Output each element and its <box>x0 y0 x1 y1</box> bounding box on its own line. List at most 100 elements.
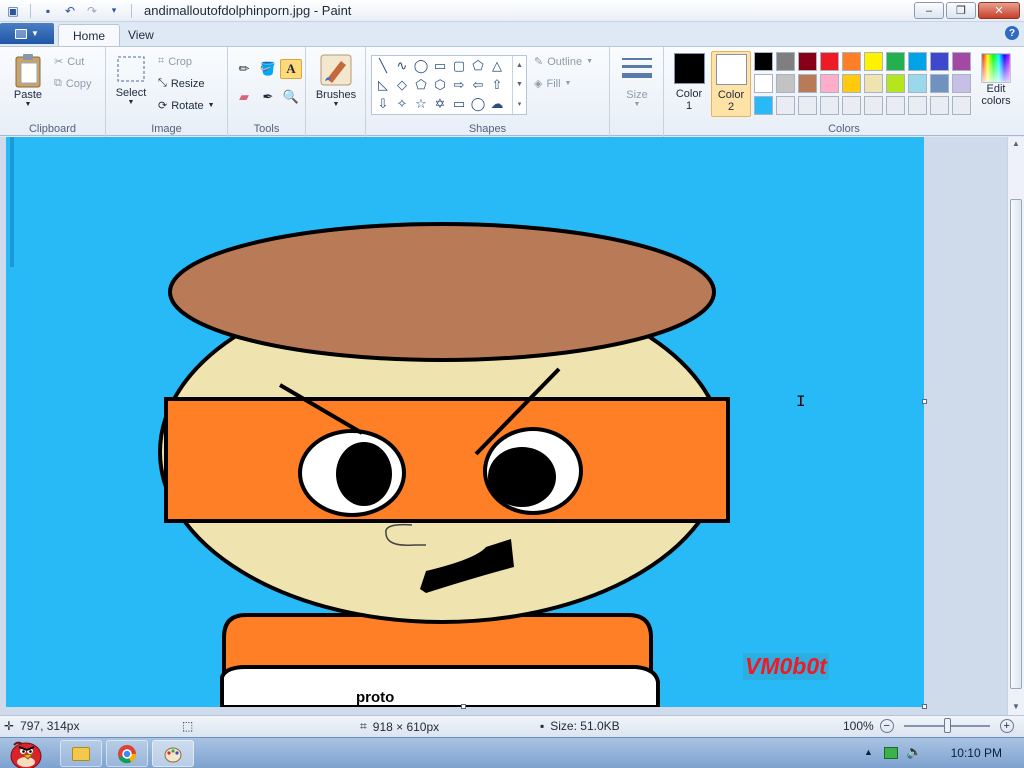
four-point-star-icon[interactable]: ✧ <box>393 95 411 113</box>
palette-swatch[interactable] <box>864 52 883 71</box>
eraser-icon[interactable]: ▰ <box>233 87 255 107</box>
right-arrow-icon[interactable]: ⇨ <box>450 76 468 94</box>
pencil-icon[interactable]: ✏ <box>233 59 255 79</box>
palette-swatch[interactable] <box>820 74 839 93</box>
text-tool-icon[interactable]: A <box>280 59 302 79</box>
outline-button[interactable]: ✎ Outline ▼ <box>534 55 593 69</box>
close-button[interactable]: ✕ <box>978 2 1020 19</box>
network-icon[interactable] <box>884 747 898 759</box>
rotate-button[interactable]: ⟳ Rotate ▼ <box>158 99 215 113</box>
palette-swatch[interactable] <box>864 74 883 93</box>
rounded-rectangle-icon[interactable]: ▢ <box>450 57 468 75</box>
chevron-down-icon[interactable]: ▼ <box>516 81 523 88</box>
chevron-down-icon[interactable]: ▼ <box>1012 702 1020 711</box>
resize-handle-bottom[interactable] <box>461 704 466 709</box>
edit-colors-button[interactable]: Edit colors <box>976 53 1016 107</box>
palette-swatch[interactable] <box>776 74 795 93</box>
palette-swatch[interactable] <box>930 52 949 71</box>
palette-swatch[interactable] <box>886 96 905 115</box>
palette-swatch[interactable] <box>952 52 971 71</box>
paint-menu-button[interactable]: ▼ <box>0 23 54 44</box>
shapes-scroll[interactable]: ▲ ▼ ▾ <box>512 56 526 114</box>
right-triangle-icon[interactable]: ◺ <box>374 76 392 94</box>
size-button[interactable]: Size ▼ <box>618 55 656 108</box>
fill-bucket-icon[interactable]: 🪣 <box>257 59 279 79</box>
palette-swatch[interactable] <box>776 52 795 71</box>
palette-swatch[interactable] <box>842 74 861 93</box>
triangle-shape-icon[interactable]: △ <box>488 57 506 75</box>
cut-button[interactable]: ✂ Cut <box>54 55 84 69</box>
resize-handle-right[interactable] <box>922 399 927 404</box>
paint-app-icon[interactable]: ▣ <box>4 2 22 20</box>
tab-view[interactable]: View <box>114 24 168 46</box>
paste-button[interactable]: Paste ▼ <box>8 53 48 108</box>
palette-swatch[interactable] <box>952 74 971 93</box>
callout-rect-icon[interactable]: ▭ <box>450 95 468 113</box>
hexagon-shape-icon[interactable]: ⬡ <box>431 76 449 94</box>
zoom-in-icon[interactable]: + <box>999 719 1014 733</box>
zoom-out-icon[interactable]: − <box>879 719 894 733</box>
callout-cloud-icon[interactable]: ☁ <box>488 95 506 113</box>
six-point-star-icon[interactable]: ✡ <box>431 95 449 113</box>
brushes-button[interactable]: Brushes ▼ <box>314 53 358 108</box>
magnifier-icon[interactable]: 🔍 <box>280 87 302 107</box>
color-2-button[interactable]: Color 2 <box>711 51 751 117</box>
palette-swatch[interactable] <box>930 96 949 115</box>
palette-swatch[interactable] <box>930 74 949 93</box>
taskbar-explorer-button[interactable] <box>60 740 102 767</box>
palette-swatch[interactable] <box>820 52 839 71</box>
palette-swatch[interactable] <box>754 96 773 115</box>
curve-shape-icon[interactable]: ∿ <box>393 57 411 75</box>
diamond-shape-icon[interactable]: ◇ <box>393 76 411 94</box>
resize-handle-corner[interactable] <box>922 704 927 709</box>
palette-swatch[interactable] <box>798 74 817 93</box>
polygon-shape-icon[interactable]: ⬠ <box>469 57 487 75</box>
palette-swatch[interactable] <box>886 74 905 93</box>
taskbar-chrome-button[interactable] <box>106 740 148 767</box>
rectangle-shape-icon[interactable]: ▭ <box>431 57 449 75</box>
crop-button[interactable]: ⌗ Crop <box>158 55 192 68</box>
five-point-star-icon[interactable]: ☆ <box>412 95 430 113</box>
color-1-button[interactable]: Color 1 <box>670 51 708 117</box>
palette-swatch[interactable] <box>908 52 927 71</box>
select-button[interactable]: Select ▼ <box>114 55 148 106</box>
callout-oval-icon[interactable]: ◯ <box>469 95 487 113</box>
tab-home[interactable]: Home <box>58 24 121 46</box>
taskbar-paint-button[interactable] <box>152 740 194 767</box>
palette-swatch[interactable] <box>908 96 927 115</box>
palette-swatch[interactable] <box>952 96 971 115</box>
palette-swatch[interactable] <box>776 96 795 115</box>
up-arrow-icon[interactable]: ⇧ <box>488 76 506 94</box>
zoom-slider-thumb[interactable] <box>943 718 951 733</box>
save-icon[interactable]: ▪ <box>39 2 57 20</box>
palette-swatch[interactable] <box>842 96 861 115</box>
minimize-button[interactable]: – <box>914 2 944 19</box>
left-arrow-icon[interactable]: ⇦ <box>469 76 487 94</box>
palette-swatch[interactable] <box>842 52 861 71</box>
palette-swatch[interactable] <box>754 52 773 71</box>
undo-icon[interactable]: ↶ <box>61 2 79 20</box>
taskbar-clock[interactable]: 10:10 PM <box>951 746 1002 760</box>
more-shapes-icon[interactable]: ▾ <box>518 100 522 108</box>
palette-swatch[interactable] <box>908 74 927 93</box>
chevron-up-icon[interactable]: ▲ <box>1012 139 1020 148</box>
palette-swatch[interactable] <box>820 96 839 115</box>
palette-swatch[interactable] <box>798 96 817 115</box>
drawing-canvas[interactable]: proto VM0b0t I <box>6 137 924 707</box>
tray-chevron-icon[interactable]: ▲ <box>864 747 873 757</box>
help-icon[interactable]: ? <box>1005 26 1019 40</box>
maximize-button[interactable]: ❐ <box>946 2 976 19</box>
down-arrow-icon[interactable]: ⇩ <box>374 95 392 113</box>
redo-icon[interactable]: ↷ <box>83 2 101 20</box>
oval-shape-icon[interactable]: ◯ <box>412 57 430 75</box>
resize-button[interactable]: ⤡ Resize <box>158 77 204 90</box>
fill-button[interactable]: ◈ Fill ▼ <box>534 77 571 91</box>
vertical-scrollbar[interactable]: ▲ ▼ <box>1007 137 1024 715</box>
line-shape-icon[interactable]: ╲ <box>374 57 392 75</box>
pentagon-shape-icon[interactable]: ⬠ <box>412 76 430 94</box>
start-button-angry-bird-icon[interactable] <box>6 739 44 768</box>
palette-swatch[interactable] <box>754 74 773 93</box>
zoom-slider[interactable] <box>903 718 990 733</box>
palette-swatch[interactable] <box>886 52 905 71</box>
volume-icon[interactable]: 🔈 <box>906 744 922 760</box>
